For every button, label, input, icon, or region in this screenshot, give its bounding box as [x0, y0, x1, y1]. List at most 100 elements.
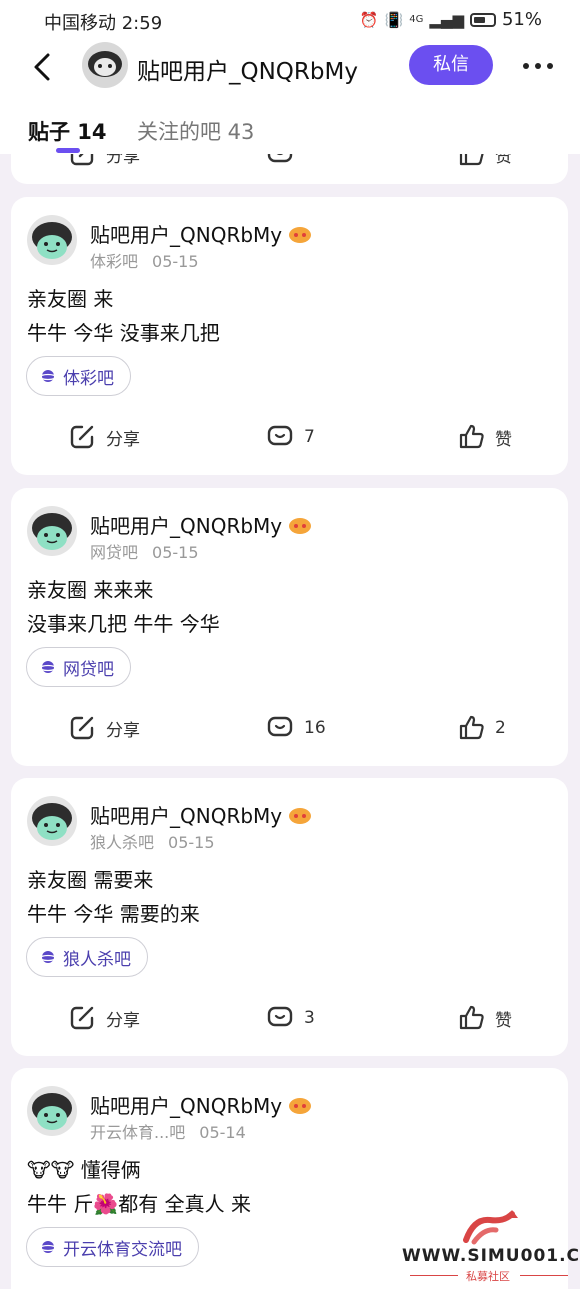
carrier-time: 中国移动 2:59 — [44, 13, 163, 34]
status-bar: 中国移动 2:59 ⏰ 📳 4G ▂▄▆ 51% — [0, 0, 580, 40]
watermark-logo-icon — [463, 1210, 518, 1245]
forum-chip[interactable]: 体彩吧 — [26, 356, 131, 396]
network-label: 4G — [409, 14, 424, 25]
comment-count: 3 — [304, 1008, 315, 1028]
post-list[interactable]: 分享 赞 贴吧用户_QNQRbMy 体彩吧 05-15 亲友圈 来 牛牛 今华 没… — [0, 154, 580, 1289]
post-title: 亲友圈 来来来 — [27, 578, 154, 602]
share-label: 分享 — [106, 154, 140, 167]
share-button[interactable]: 分享 — [68, 423, 140, 451]
share-icon — [70, 425, 94, 449]
forum-name: 体彩吧 — [90, 252, 139, 271]
battery-icon — [469, 12, 496, 27]
post-actions: 分享 16 2 — [11, 710, 568, 750]
forum-name: 狼人杀吧 — [90, 833, 155, 852]
author-name-text: 贴吧用户_QNQRbMy — [90, 1094, 283, 1118]
like-label: 赞 — [495, 429, 512, 450]
post-title: 亲友圈 来 — [27, 287, 114, 311]
comment-button[interactable]: 7 — [266, 423, 315, 451]
profile-name: 贴吧用户_QNQRbMy — [137, 59, 358, 85]
forum-chip-label: 体彩吧 — [63, 368, 114, 389]
nav-bar: 贴吧用户_QNQRbMy 私信 — [0, 40, 580, 96]
share-label: 分享 — [106, 1010, 140, 1031]
comment-icon — [267, 425, 293, 446]
comment-button[interactable]: 3 — [266, 1004, 315, 1032]
author-name-text: 贴吧用户_QNQRbMy — [90, 804, 283, 828]
forum-planet-icon — [40, 951, 56, 963]
author-name[interactable]: 贴吧用户_QNQRbMy — [90, 1090, 312, 1119]
post-card-partial[interactable]: 分享 赞 — [11, 154, 568, 184]
signal-icon: ▂▄▆ — [429, 10, 464, 29]
watermark-text: WWW.SIMU001.CN — [402, 1246, 580, 1266]
game-badge-icon — [289, 1097, 312, 1114]
share-button[interactable]: 分享 — [68, 1004, 140, 1032]
forum-chip-label: 网贷吧 — [63, 659, 114, 680]
like-count: 2 — [495, 718, 506, 738]
tab-posts[interactable]: 贴子 14 — [28, 116, 107, 146]
thumbs-up-icon — [459, 154, 484, 166]
post-meta: 体彩吧 05-15 — [90, 248, 199, 272]
site-watermark: WWW.SIMU001.CN 私募社区 — [400, 1210, 580, 1285]
author-avatar[interactable] — [27, 215, 77, 265]
share-icon — [70, 154, 94, 166]
forum-name: 网贷吧 — [90, 543, 139, 562]
like-button[interactable]: 赞 — [457, 154, 512, 168]
author-avatar[interactable] — [27, 1086, 77, 1136]
like-button[interactable]: 2 — [457, 714, 506, 742]
forum-planet-icon — [40, 1241, 56, 1253]
alarm-icon: ⏰ — [359, 10, 379, 29]
comment-count: 16 — [304, 718, 326, 738]
battery-percent: 51% — [501, 9, 542, 30]
game-badge-icon — [289, 517, 312, 534]
post-body: 牛牛 今华 没事来几把 — [27, 321, 220, 345]
forum-chip[interactable]: 开云体育交流吧 — [26, 1227, 199, 1267]
share-icon — [70, 1006, 94, 1030]
more-options-icon[interactable] — [520, 54, 556, 78]
back-arrow-icon[interactable] — [30, 52, 56, 82]
game-badge-icon — [289, 226, 312, 243]
author-name-text: 贴吧用户_QNQRbMy — [90, 223, 283, 247]
active-tab-indicator — [56, 148, 80, 153]
like-label: 赞 — [495, 154, 512, 167]
thumbs-up-icon — [459, 1005, 484, 1030]
author-name[interactable]: 贴吧用户_QNQRbMy — [90, 219, 312, 248]
comment-icon — [267, 154, 293, 163]
like-button[interactable]: 赞 — [457, 1004, 512, 1032]
thumbs-up-icon — [459, 715, 484, 740]
share-button[interactable]: 分享 — [68, 154, 140, 168]
share-label: 分享 — [106, 429, 140, 450]
profile-avatar[interactable] — [82, 42, 128, 88]
share-label: 分享 — [106, 720, 140, 741]
author-avatar[interactable] — [27, 506, 77, 556]
author-avatar[interactable] — [27, 796, 77, 846]
forum-planet-icon — [40, 661, 56, 673]
thumbs-up-icon — [459, 424, 484, 449]
comment-button[interactable]: 16 — [266, 714, 326, 742]
share-icon — [70, 716, 94, 740]
post-date: 05-14 — [199, 1123, 246, 1142]
post-meta: 狼人杀吧 05-15 — [90, 829, 215, 853]
author-name[interactable]: 贴吧用户_QNQRbMy — [90, 800, 312, 829]
forum-chip[interactable]: 狼人杀吧 — [26, 937, 148, 977]
post-actions: 分享 7 赞 — [11, 419, 568, 459]
watermark-rule-right — [520, 1275, 568, 1276]
share-button[interactable]: 分享 — [68, 714, 140, 742]
post-meta: 网贷吧 05-15 — [90, 539, 199, 563]
post-card[interactable]: 贴吧用户_QNQRbMy 体彩吧 05-15 亲友圈 来 牛牛 今华 没事来几把 … — [11, 197, 568, 475]
post-date: 05-15 — [152, 252, 199, 271]
status-icons: ⏰ 📳 4G ▂▄▆ 51% — [360, 9, 542, 30]
post-date: 05-15 — [152, 543, 199, 562]
like-button[interactable]: 赞 — [457, 423, 512, 451]
post-card[interactable]: 贴吧用户_QNQRbMy 狼人杀吧 05-15 亲友圈 需要来 牛牛 今华 需要的… — [11, 778, 568, 1056]
post-title: 亲友圈 需要来 — [27, 868, 154, 892]
author-name[interactable]: 贴吧用户_QNQRbMy — [90, 510, 312, 539]
private-message-button[interactable]: 私信 — [409, 45, 493, 85]
post-card[interactable]: 贴吧用户_QNQRbMy 网贷吧 05-15 亲友圈 来来来 没事来几把 牛牛 今… — [11, 488, 568, 766]
comment-icon — [267, 1006, 293, 1027]
game-badge-icon — [289, 807, 312, 824]
post-actions: 分享 3 赞 — [11, 1000, 568, 1040]
comment-button[interactable] — [266, 154, 294, 168]
forum-planet-icon — [40, 370, 56, 382]
post-actions: 分享 赞 — [11, 154, 568, 176]
tab-followed-forums[interactable]: 关注的吧 43 — [137, 116, 254, 146]
forum-chip[interactable]: 网贷吧 — [26, 647, 131, 687]
